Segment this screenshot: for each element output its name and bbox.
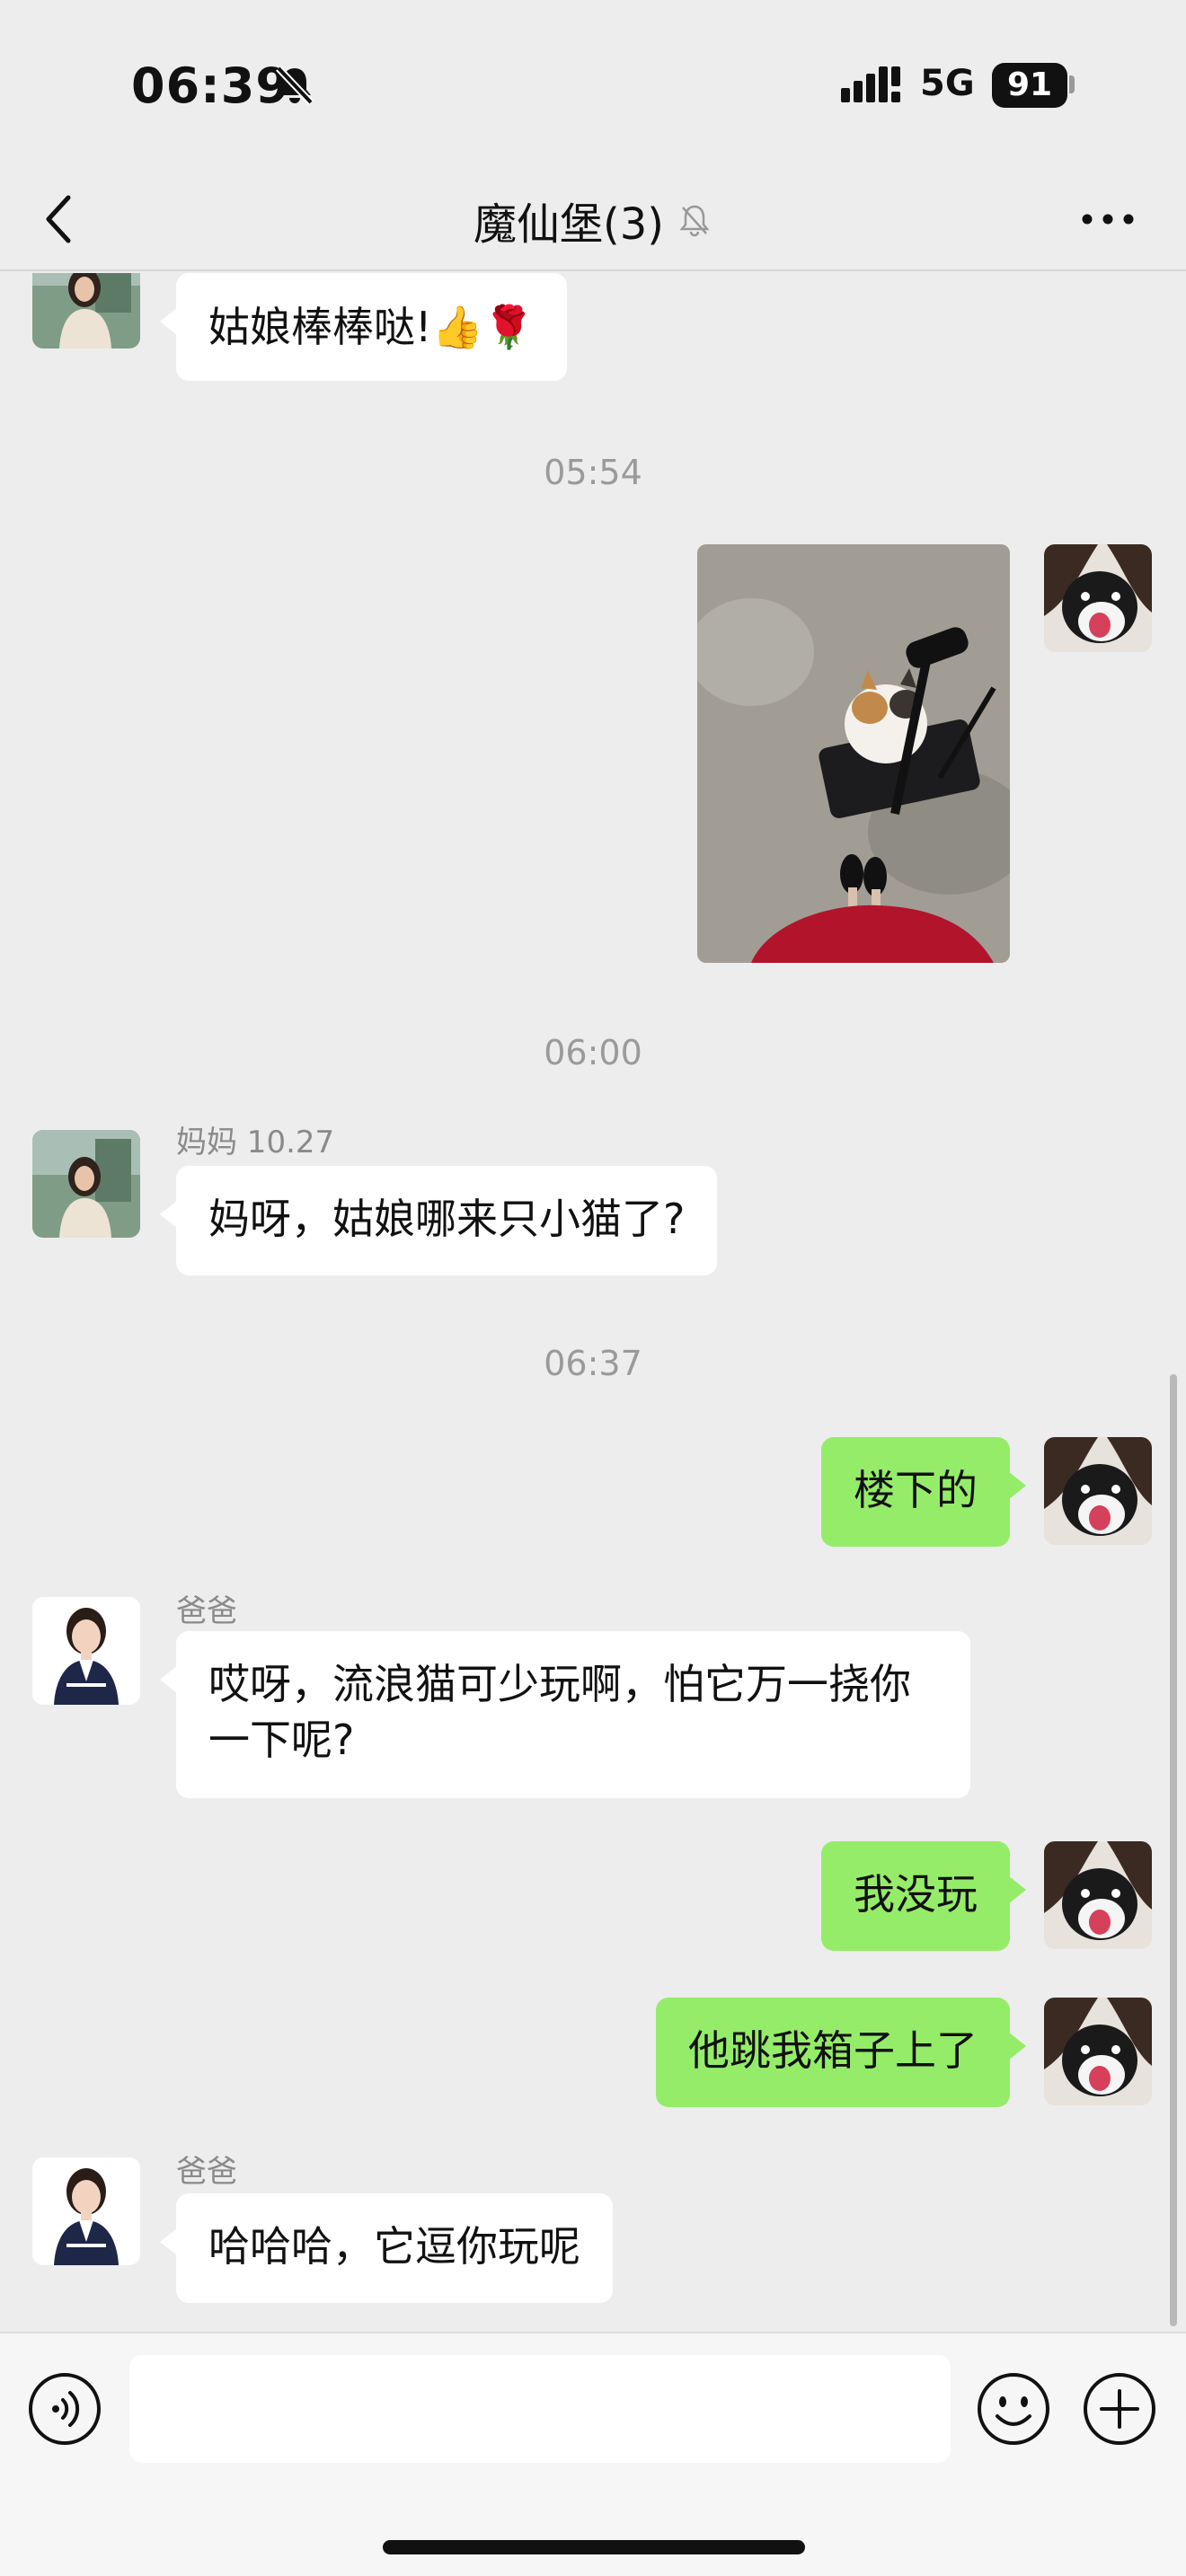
avatar-self[interactable]: [1044, 1998, 1152, 2105]
cat-photo[interactable]: [697, 544, 1010, 963]
status-bar: 06:39 5G 91: [0, 0, 1186, 171]
message-input[interactable]: [129, 2355, 951, 2463]
home-indicator[interactable]: [383, 2540, 805, 2554]
timestamp: 05:54: [544, 453, 642, 492]
message-self-2: 我没玩: [0, 1841, 1186, 1953]
chat-title: 魔仙堡(3): [474, 199, 664, 250]
message-bubble[interactable]: 哈哈哈，它逗你玩呢: [160, 2193, 613, 2303]
message-bubble[interactable]: 姑娘棒棒哒!👍🌹: [160, 273, 567, 381]
nav-bar: 魔仙堡(3): [0, 171, 1186, 271]
timestamp: 06:00: [544, 1033, 642, 1072]
message-self-1: 楼下的: [0, 1437, 1186, 1548]
signal-icon: [841, 66, 900, 102]
message-list[interactable]: 姑娘棒棒哒!👍🌹 05:54 06:00 妈妈 10.27 妈呀，姑娘哪来只小猫…: [0, 273, 1186, 2330]
scrollbar-thumb[interactable]: [1170, 1374, 1177, 2326]
battery-indicator: 91: [992, 63, 1067, 108]
message-dad-2: 爸爸 哈哈哈，它逗你玩呢: [0, 2147, 1186, 2308]
emoji-icon[interactable]: [976, 2371, 1051, 2447]
sender-name: 爸爸: [176, 2154, 237, 2190]
message-self-photo: [0, 544, 1186, 963]
input-bar: [0, 2332, 1186, 2576]
network-type: 5G: [920, 63, 975, 104]
avatar-self[interactable]: [1044, 1841, 1152, 1949]
bell-off-icon: [276, 66, 314, 105]
message-bubble[interactable]: 哎呀，流浪猫可少玩啊，怕它万一挠你一下呢?: [160, 1631, 970, 1798]
message-bubble[interactable]: 楼下的: [821, 1437, 1026, 1547]
message-bubble[interactable]: 我没玩: [821, 1841, 1026, 1951]
avatar-dad[interactable]: [32, 2157, 140, 2265]
avatar-dad[interactable]: [32, 1597, 140, 1705]
avatar-self[interactable]: [1044, 1437, 1152, 1545]
chat-title-wrap: 魔仙堡(3): [0, 189, 1186, 251]
timestamp: 06:37: [544, 1344, 642, 1383]
avatar-mom[interactable]: [32, 273, 140, 348]
message-mom-1: 姑娘棒棒哒!👍🌹: [0, 273, 1186, 384]
avatar-mom[interactable]: [32, 1130, 140, 1238]
message-mom-2: 妈妈 10.27 妈呀，姑娘哪来只小猫了?: [0, 1117, 1186, 1279]
battery-nub: [1069, 75, 1075, 93]
voice-icon[interactable]: [27, 2371, 102, 2447]
status-time: 06:39: [131, 57, 290, 114]
plus-icon[interactable]: [1082, 2371, 1157, 2447]
avatar-self[interactable]: [1044, 544, 1152, 652]
message-bubble[interactable]: 他跳我箱子上了: [656, 1998, 1026, 2107]
sender-name: 妈妈 10.27: [176, 1125, 335, 1160]
message-self-3: 他跳我箱子上了: [0, 1998, 1186, 2109]
message-bubble[interactable]: 妈呀，姑娘哪来只小猫了?: [159, 1166, 718, 1275]
more-icon[interactable]: [1076, 199, 1139, 239]
sender-name: 爸爸: [176, 1593, 237, 1629]
message-dad-1: 爸爸 哎呀，流浪猫可少玩啊，怕它万一挠你一下呢?: [0, 1586, 1186, 1802]
bell-off-icon: [679, 205, 710, 237]
